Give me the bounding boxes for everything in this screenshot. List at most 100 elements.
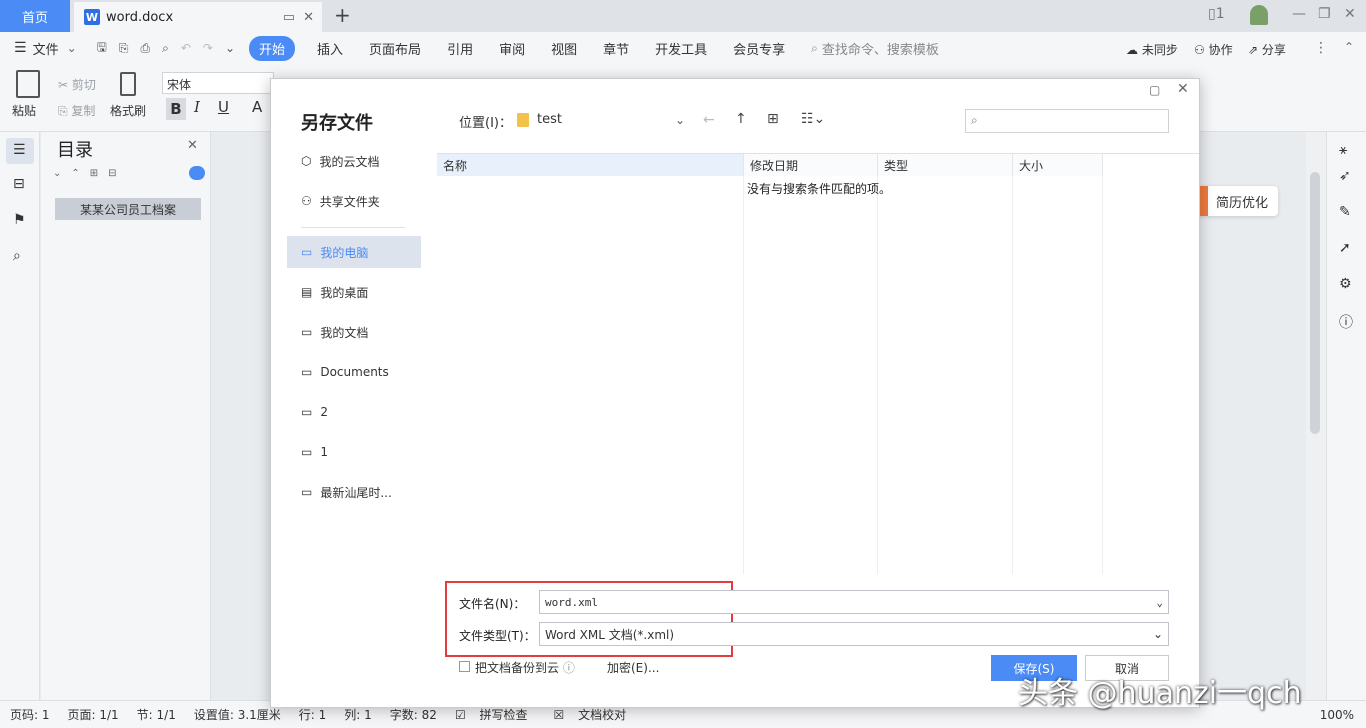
page-count-icon[interactable]: ▯1 xyxy=(1208,6,1225,22)
close-tab-icon[interactable]: ✕ xyxy=(303,10,314,25)
font-name-input[interactable]: 宋体 xyxy=(162,72,274,94)
filetype-select[interactable]: Word XML 文档(*.xml) ⌄ xyxy=(539,622,1169,646)
column-name[interactable]: 名称 xyxy=(437,154,744,176)
side-cloud-docs[interactable]: ⬡ 我的云文档 xyxy=(287,145,421,177)
spell-check-button[interactable]: ☑ 拼写检查 xyxy=(455,706,536,723)
resume-optimize-button[interactable]: 简历优化 xyxy=(1196,186,1278,216)
tab-document[interactable]: W word.docx ▭ ✕ xyxy=(74,2,322,32)
italic-button[interactable]: I xyxy=(194,98,200,116)
side-my-computer[interactable]: ▭ 我的电脑 xyxy=(287,236,421,268)
help-icon[interactable]: ⓘ xyxy=(1339,312,1353,332)
menu-start[interactable]: 开始 xyxy=(249,35,296,61)
close-window-icon[interactable]: ✕ xyxy=(1344,6,1356,22)
side-documents[interactable]: ▭ Documents xyxy=(287,356,421,388)
collapse-ribbon-icon[interactable]: ⌃ xyxy=(1344,40,1354,54)
menu-section[interactable]: 章节 xyxy=(603,39,629,58)
more-quick-icon[interactable]: ⌄ xyxy=(225,41,235,55)
underline-button[interactable]: U xyxy=(218,98,229,116)
paste-button[interactable]: 粘贴 xyxy=(12,102,36,119)
maximize-dialog-icon[interactable]: ▢ xyxy=(1149,83,1160,97)
column-modified[interactable]: 修改日期 xyxy=(744,154,878,176)
view-mode-icon[interactable]: ☷⌄ xyxy=(801,111,825,127)
cut-button[interactable]: ✂ 剪切 xyxy=(58,76,96,93)
menu-review[interactable]: 审阅 xyxy=(499,39,525,58)
nav-item[interactable]: 某某公司员工档案 xyxy=(55,198,201,220)
side-folder-2[interactable]: ▭ 2 xyxy=(287,396,421,428)
nav-toggle-icon[interactable] xyxy=(189,166,205,180)
settings-icon[interactable]: ⚙ xyxy=(1339,276,1352,292)
share-button[interactable]: ⇗ 分享 xyxy=(1248,41,1286,58)
outline-icon[interactable]: ☰ xyxy=(13,142,26,158)
encrypt-link[interactable]: 加密(E)... xyxy=(607,659,659,676)
filename-input[interactable]: word.xml ⌄ xyxy=(539,590,1169,614)
chevron-down-icon[interactable]: ⌄ xyxy=(67,41,77,55)
side-desktop[interactable]: ▤ 我的桌面 xyxy=(287,276,421,308)
save-icon[interactable]: 🖫 xyxy=(97,38,107,59)
file-list[interactable]: 名称 修改日期 类型 大小 没有与搜索条件匹配的项。 xyxy=(437,153,1199,574)
status-section[interactable]: 节: 1/1 xyxy=(137,706,176,723)
float-tab-icon[interactable]: ▭ xyxy=(283,10,295,25)
column-type[interactable]: 类型 xyxy=(878,154,1013,176)
tools-icon[interactable]: ⚹ xyxy=(1339,142,1347,158)
status-pages[interactable]: 页面: 1/1 xyxy=(68,706,119,723)
format-painter-icon[interactable] xyxy=(120,72,136,96)
menu-developer[interactable]: 开发工具 xyxy=(655,39,707,58)
menu-references[interactable]: 引用 xyxy=(447,39,473,58)
add-tab-icon[interactable]: + xyxy=(334,4,354,26)
restore-icon[interactable]: ❐ xyxy=(1318,6,1331,22)
nav-tools[interactable]: ⌄⌃⊞⊟ xyxy=(53,168,127,179)
font-color-icon[interactable]: A xyxy=(252,98,262,116)
status-row[interactable]: 行: 1 xyxy=(299,706,327,723)
cloud-backup-checkbox[interactable] xyxy=(459,661,470,672)
menu-insert[interactable]: 插入 xyxy=(317,39,343,58)
bookmark-icon[interactable]: ⚑ xyxy=(13,212,26,228)
menu-layout[interactable]: 页面布局 xyxy=(369,39,421,58)
new-folder-icon[interactable]: ⊞ xyxy=(767,111,779,127)
location-select[interactable]: test xyxy=(537,112,562,127)
menu-file[interactable]: 文件 xyxy=(33,39,59,58)
minimize-icon[interactable]: — xyxy=(1292,6,1306,22)
tab-home[interactable]: 首页 xyxy=(0,0,70,32)
collab-button[interactable]: ⚇ 协作 xyxy=(1194,41,1233,58)
status-col[interactable]: 列: 1 xyxy=(344,706,372,723)
menu-view[interactable]: 视图 xyxy=(551,39,577,58)
zoom-level[interactable]: 100% xyxy=(1320,708,1354,722)
chevron-down-icon[interactable]: ⌄ xyxy=(675,113,685,127)
pen-icon[interactable]: ✎ xyxy=(1339,204,1351,220)
column-size[interactable]: 大小 xyxy=(1013,154,1103,176)
side-folder-1[interactable]: ▭ 1 xyxy=(287,436,421,468)
file-search-input[interactable]: ⌕ xyxy=(965,109,1169,133)
chevron-down-icon[interactable]: ⌄ xyxy=(1156,596,1163,609)
side-shared-folder[interactable]: ⚇ 共享文件夹 xyxy=(287,185,421,217)
print-icon[interactable]: ⎙ xyxy=(140,41,150,56)
avatar[interactable] xyxy=(1250,5,1268,25)
copy-button[interactable]: ⎘ 复制 xyxy=(58,102,95,119)
info-icon[interactable]: ⓘ xyxy=(563,661,575,675)
export-icon[interactable]: ⎘ xyxy=(119,41,129,56)
status-words[interactable]: 字数: 82 xyxy=(390,706,437,723)
search-icon[interactable]: ⌕ xyxy=(13,248,21,264)
vertical-scrollbar[interactable] xyxy=(1306,132,1326,700)
preview-icon[interactable]: ⌕ xyxy=(162,41,169,56)
up-folder-icon[interactable]: ↑ xyxy=(735,111,747,127)
more-icon[interactable]: ⋮ xyxy=(1314,40,1328,56)
command-search[interactable]: 查找命令、搜索模板 xyxy=(822,39,939,58)
format-painter-button[interactable]: 格式刷 xyxy=(110,102,146,119)
scroll-thumb[interactable] xyxy=(1310,172,1320,434)
side-folder-latest[interactable]: ▭ 最新汕尾时... xyxy=(287,476,421,508)
status-setting[interactable]: 设置值: 3.1厘米 xyxy=(194,706,281,723)
paste-icon[interactable] xyxy=(16,70,40,98)
rocket-icon[interactable]: ➶ xyxy=(1339,168,1351,184)
side-my-docs[interactable]: ▭ 我的文档 xyxy=(287,316,421,348)
undo-icon[interactable]: ↶ xyxy=(181,41,191,55)
chevron-down-icon[interactable]: ⌄ xyxy=(1153,627,1163,641)
redo-icon[interactable]: ↷ xyxy=(203,41,213,55)
hamburger-icon[interactable]: ☰ xyxy=(14,40,27,56)
sync-status[interactable]: ☁ 未同步 xyxy=(1126,41,1178,58)
close-dialog-icon[interactable]: ✕ xyxy=(1177,81,1189,97)
pointer-icon[interactable]: ➚ xyxy=(1339,240,1351,256)
close-nav-icon[interactable]: ✕ xyxy=(187,138,198,153)
status-page[interactable]: 页码: 1 xyxy=(10,706,50,723)
menu-member[interactable]: 会员专享 xyxy=(733,39,785,58)
bold-button[interactable]: B xyxy=(166,98,186,120)
